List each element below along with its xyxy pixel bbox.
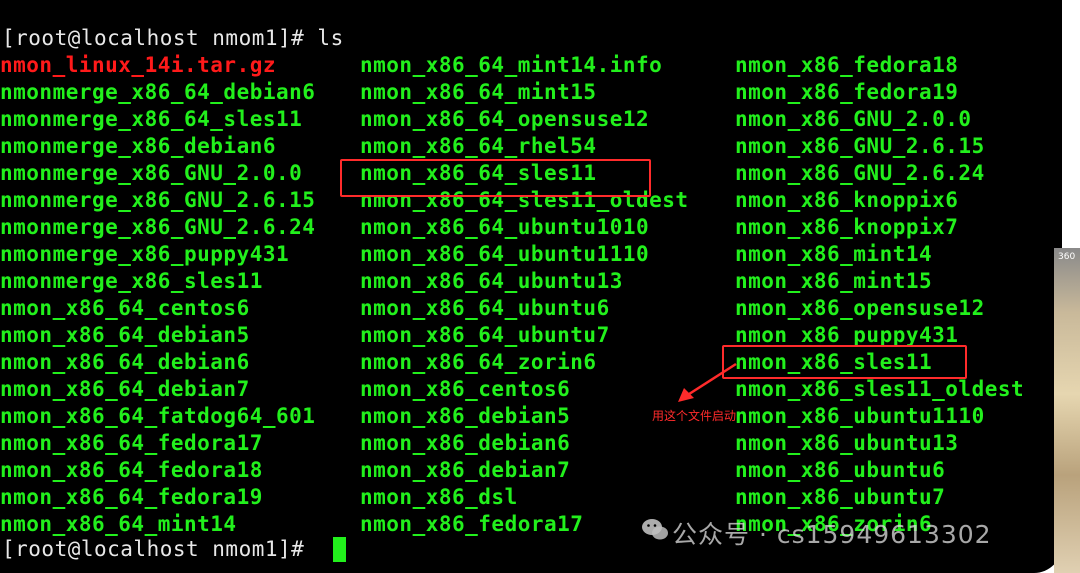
file-entry: nmon_x86_GNU_2.0.0 (735, 107, 972, 131)
file-entry: nmon_x86_64_ubuntu6 (360, 296, 610, 320)
file-entry: nmon_x86_64_ubuntu7 (360, 323, 610, 347)
prompt-line-bottom: [root@localhost nmom1]# (2, 537, 318, 561)
file-entry: nmon_x86_64_mint14.info (360, 53, 663, 77)
file-entry: nmon_x86_centos6 (360, 377, 571, 401)
file-entry: nmon_x86_64_fatdog64_601 (0, 404, 316, 428)
annotation-arrow (678, 362, 737, 402)
file-entry: nmon_x86_ubuntu13 (735, 431, 959, 455)
file-entry: nmon_x86_64_opensuse12 (360, 107, 650, 131)
file-entry: nmon_x86_mint15 (735, 269, 933, 293)
file-entry: nmonmerge_x86_puppy431 (0, 242, 290, 266)
file-entry: nmonmerge_x86_debian6 (0, 134, 277, 158)
prompt-line-top: [root@localhost nmom1]# ls (2, 26, 344, 50)
file-entry: nmon_x86_64_centos6 (0, 296, 250, 320)
file-entry: nmon_linux_14i.tar.gz (0, 53, 277, 77)
file-entry: nmon_x86_debian7 (360, 458, 571, 482)
annotation-label: 用这个文件启动 (652, 409, 737, 423)
file-entry: nmon_x86_ubuntu7 (735, 485, 946, 509)
terminal-cursor (333, 537, 346, 562)
file-entry: nmon_x86_64_fedora19 (0, 485, 263, 509)
file-entry: nmon_x86_64_fedora18 (0, 458, 263, 482)
file-entry: nmon_x86_fedora18 (735, 53, 959, 77)
file-entry: nmon_x86_GNU_2.6.24 (735, 161, 985, 185)
file-entry: nmon_x86_ubuntu1110 (735, 404, 985, 428)
terminal-window[interactable]: [root@localhost nmom1]# ls nmon_linux_14… (0, 0, 1062, 573)
file-entry: nmonmerge_x86_64_debian6 (0, 80, 316, 104)
file-entry: nmon_x86_64_debian5 (0, 323, 250, 347)
file-entry: nmon_x86_64_ubuntu1110 (360, 242, 650, 266)
file-entry: nmon_x86_64_zorin6 (360, 350, 597, 374)
side-thumbnail-label: 360 (1058, 252, 1076, 262)
file-entry: nmon_x86_64_debian6 (0, 350, 250, 374)
file-entry: nmon_x86_64_ubuntu1010 (360, 215, 650, 239)
file-entry: nmonmerge_x86_64_sles11 (0, 107, 303, 131)
file-entry: nmon_x86_mint14 (735, 242, 933, 266)
file-entry: nmon_x86_dsl (360, 485, 518, 509)
file-entry: nmonmerge_x86_GNU_2.0.0 (0, 161, 303, 185)
file-entry: nmon_x86_knoppix7 (735, 215, 959, 239)
file-entry: nmonmerge_x86_sles11 (0, 269, 263, 293)
file-entry: nmonmerge_x86_GNU_2.6.15 (0, 188, 316, 212)
file-entry: nmon_x86_debian6 (360, 431, 571, 455)
file-entry: nmon_x86_fedora19 (735, 80, 959, 104)
file-entry: nmon_x86_64_mint15 (360, 80, 597, 104)
file-entry: nmon_x86_64_fedora17 (0, 431, 263, 455)
file-entry: nmon_x86_64_ubuntu13 (360, 269, 623, 293)
file-entry: nmon_x86_fedora17 (360, 512, 584, 536)
watermark-text: 公众号 · cs15949613302 (672, 520, 992, 549)
file-entry: nmonmerge_x86_GNU_2.6.24 (0, 215, 316, 239)
highlight-box-x86-sles11 (722, 345, 967, 379)
file-entry: nmon_x86_64_debian7 (0, 377, 250, 401)
side-thumbnail-image (1054, 248, 1080, 573)
file-entry: nmon_x86_GNU_2.6.15 (735, 134, 985, 158)
file-entry: nmon_x86_knoppix6 (735, 188, 959, 212)
file-entry: nmon_x86_64_mint14 (0, 512, 237, 536)
highlight-box-x86-64-sles11 (340, 159, 651, 197)
file-entry: nmon_x86_debian5 (360, 404, 571, 428)
file-entry: nmon_x86_64_rhel54 (360, 134, 597, 158)
file-entry: nmon_x86_sles11_oldest (735, 377, 1025, 401)
file-entry: nmon_x86_opensuse12 (735, 296, 985, 320)
file-entry: nmon_x86_ubuntu6 (735, 458, 946, 482)
wechat-icon (642, 519, 668, 540)
